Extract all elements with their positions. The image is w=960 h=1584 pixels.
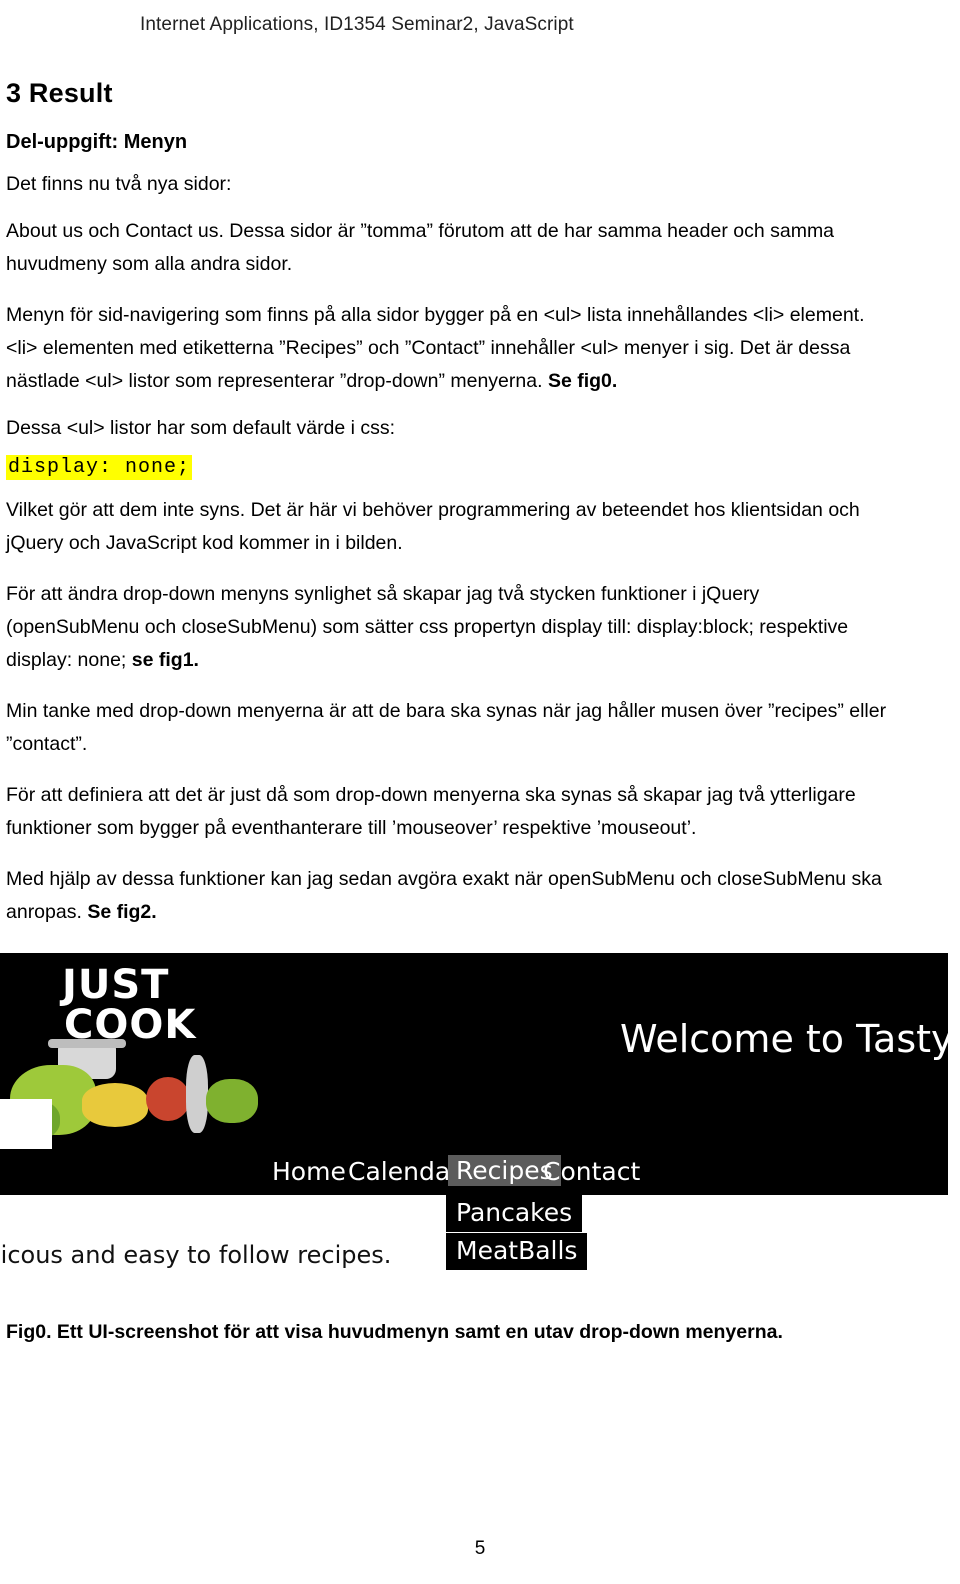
submenu-item-meatballs[interactable]: MeatBalls	[446, 1233, 588, 1270]
nav-item-calendar[interactable]: Calendar	[348, 1157, 460, 1186]
nav-item-contact[interactable]: Contact	[543, 1157, 640, 1186]
figure-header-band: JUST COOK Welcome to TastyR	[0, 953, 948, 1149]
paragraph-6: För att ändra drop-down menyns synlighet…	[6, 578, 896, 677]
welcome-heading: Welcome to TastyR	[620, 1017, 948, 1061]
figure-caption-text: Fig0. Ett UI-screenshot för att visa huv…	[6, 1321, 783, 1343]
paragraph-3-text: Menyn för sid-navigering som finns på al…	[6, 304, 865, 392]
pepper-shape	[206, 1079, 258, 1123]
paragraph-1: Det finns nu två nya sidor:	[6, 173, 232, 195]
figure-white-gap	[0, 1099, 52, 1149]
figure-screenshot: JUST COOK Welcome to TastyR Home Calenda…	[0, 953, 948, 1283]
paragraph-2: About us och Contact us. Dessa sidor är …	[6, 220, 835, 275]
paragraph-3-ref: Se fig0.	[547, 370, 618, 392]
running-head: Internet Applications, ID1354 Seminar2, …	[140, 14, 574, 35]
spoon-shape	[186, 1055, 208, 1133]
paragraph-3: Menyn för sid-navigering som finns på al…	[6, 299, 896, 398]
document-page: Internet Applications, ID1354 Seminar2, …	[0, 0, 960, 1584]
code-snippet: display: none;	[6, 455, 193, 480]
paragraph-8: För att definiera att det är just då som…	[6, 784, 856, 839]
site-logo: JUST COOK	[62, 965, 196, 1045]
figure-tagline: licous and easy to follow recipes.	[0, 1241, 392, 1269]
nav-item-home[interactable]: Home	[272, 1157, 346, 1186]
paragraph-9: Med hjälp av dessa funktioner kan jag se…	[6, 863, 896, 929]
page-number: 5	[474, 1538, 486, 1559]
paragraph-9-ref: Se fig2.	[87, 901, 157, 923]
figure-caption: Fig0. Ett UI-screenshot för att visa huv…	[6, 1317, 896, 1347]
paragraph-6-ref: se fig1.	[131, 649, 199, 671]
figure-lower-band: Pancakes MeatBalls licous and easy to fo…	[0, 1195, 948, 1283]
paragraph-5: Vilket gör att dem inte syns. Det är här…	[6, 499, 860, 554]
site-main-nav: Home Calendar Recipes Contact	[0, 1149, 948, 1195]
corn-shape	[82, 1083, 148, 1127]
tomato-shape	[146, 1077, 190, 1121]
submenu-item-pancakes[interactable]: Pancakes	[446, 1195, 583, 1232]
paragraph-7: Min tanke med drop-down menyerna är att …	[6, 700, 887, 755]
page-title: 3 Result	[6, 78, 113, 108]
section-subtitle: Del-uppgift: Menyn	[6, 131, 188, 153]
paragraph-4: Dessa <ul> listor har som default värde …	[6, 417, 396, 439]
